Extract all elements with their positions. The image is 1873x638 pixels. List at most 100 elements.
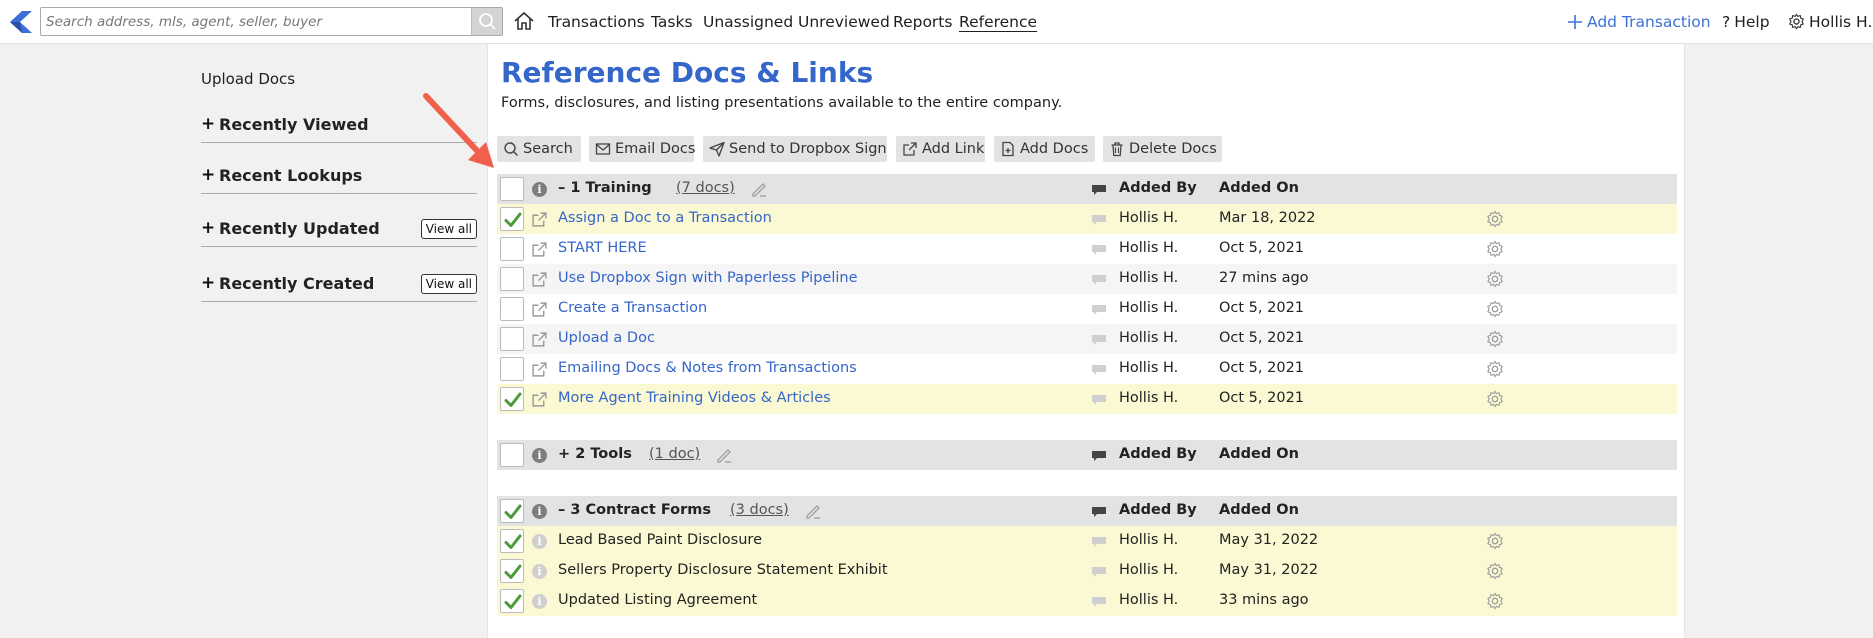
info-icon[interactable]: i (532, 594, 547, 609)
info-icon[interactable]: i (532, 564, 547, 579)
info-icon[interactable]: i (532, 448, 547, 463)
gear-icon[interactable] (1486, 360, 1504, 378)
external-link-icon[interactable] (531, 271, 548, 288)
row-checkbox[interactable] (500, 559, 524, 583)
row-checkbox[interactable] (500, 443, 524, 467)
group-doc-count[interactable]: (1 doc) (649, 446, 700, 462)
info-icon[interactable]: i (532, 504, 547, 519)
added-on-value: Oct 5, 2021 (1219, 360, 1305, 376)
info-icon[interactable]: i (532, 534, 547, 549)
gear-icon[interactable] (1486, 240, 1504, 258)
gear-icon[interactable] (1486, 270, 1504, 288)
row-checkbox[interactable] (500, 177, 524, 201)
gear-icon[interactable] (1486, 390, 1504, 408)
help-button[interactable]: ? Help (1722, 0, 1770, 44)
question-icon: ? (1722, 13, 1731, 31)
nav-transactions[interactable]: Transactions (548, 0, 645, 44)
row-checkbox[interactable] (500, 499, 524, 523)
doc-name[interactable]: Sellers Property Disclosure Statement Ex… (558, 562, 888, 578)
doc-name[interactable]: More Agent Training Videos & Articles (558, 390, 831, 406)
doc-name[interactable]: START HERE (558, 240, 647, 256)
external-link-icon[interactable] (531, 241, 548, 258)
row-checkbox[interactable] (500, 387, 524, 411)
group-doc-count[interactable]: (7 docs) (676, 180, 735, 196)
nav-tasks[interactable]: Tasks (651, 0, 693, 44)
row-checkbox[interactable] (500, 529, 524, 553)
sidebar-section-title: Recently Viewed (219, 115, 369, 134)
edit-icon[interactable] (751, 181, 768, 198)
comment-icon[interactable] (1091, 394, 1107, 406)
external-link-icon[interactable] (531, 301, 548, 318)
comment-icon[interactable] (1091, 596, 1107, 608)
logo-icon[interactable] (6, 8, 34, 36)
search-button[interactable] (471, 8, 502, 35)
row-checkbox[interactable] (500, 357, 524, 381)
row-checkbox[interactable] (500, 237, 524, 261)
gear-icon[interactable] (1486, 562, 1504, 580)
doc-name[interactable]: Create a Transaction (558, 300, 707, 316)
external-link-icon[interactable] (531, 211, 548, 228)
doc-name[interactable]: Assign a Doc to a Transaction (558, 210, 772, 226)
comment-icon[interactable] (1091, 244, 1107, 256)
gear-icon[interactable] (1486, 210, 1504, 228)
email-docs-button[interactable]: Email Docs (589, 136, 695, 162)
comment-icon[interactable] (1091, 536, 1107, 548)
search-input[interactable] (41, 8, 473, 35)
comment-icon[interactable] (1091, 214, 1107, 226)
home-icon[interactable] (513, 10, 535, 32)
comment-icon[interactable] (1091, 304, 1107, 316)
add-link-label: Add Link (922, 141, 985, 157)
sidebar-recently-created[interactable]: + Recently Created View all (201, 272, 477, 302)
view-all-button[interactable]: View all (420, 219, 477, 239)
group-name[interactable]: + 2 Tools (558, 446, 632, 462)
add-link-button[interactable]: Add Link (896, 136, 985, 162)
edit-icon[interactable] (805, 503, 822, 520)
external-link-icon[interactable] (531, 361, 548, 378)
gear-icon[interactable] (1486, 532, 1504, 550)
group-name[interactable]: – 1 Training (558, 180, 652, 196)
nav-unassigned[interactable]: Unassigned (703, 0, 793, 44)
doc-name[interactable]: Upload a Doc (558, 330, 655, 346)
doc-name[interactable]: Updated Listing Agreement (558, 592, 757, 608)
gear-icon[interactable] (1486, 592, 1504, 610)
gear-icon[interactable] (1486, 300, 1504, 318)
send-to-dropbox-sign-button[interactable]: Send to Dropbox Sign (703, 136, 887, 162)
upload-docs-link[interactable]: Upload Docs (201, 70, 295, 88)
row-checkbox[interactable] (500, 589, 524, 613)
doc-name[interactable]: Use Dropbox Sign with Paperless Pipeline (558, 270, 858, 286)
edit-icon[interactable] (716, 447, 733, 464)
external-link-icon[interactable] (531, 391, 548, 408)
group-doc-count[interactable]: (3 docs) (730, 502, 789, 518)
row-checkbox[interactable] (500, 327, 524, 351)
gear-icon[interactable] (1486, 330, 1504, 348)
add-transaction-button[interactable]: Add Transaction (1567, 0, 1711, 44)
comment-icon[interactable] (1091, 450, 1107, 462)
added-by-value: Hollis H. (1119, 592, 1179, 608)
row-checkbox[interactable] (500, 297, 524, 321)
sidebar-section-title: Recently Created (219, 274, 375, 293)
nav-unreviewed[interactable]: Unreviewed (798, 0, 890, 44)
view-all-button[interactable]: View all (420, 274, 477, 294)
comment-icon[interactable] (1091, 274, 1107, 286)
doc-name[interactable]: Emailing Docs & Notes from Transactions (558, 360, 857, 376)
comment-icon[interactable] (1091, 334, 1107, 346)
external-link-icon[interactable] (531, 331, 548, 348)
delete-docs-button[interactable]: Delete Docs (1103, 136, 1222, 162)
comment-icon[interactable] (1091, 506, 1107, 518)
comment-icon[interactable] (1091, 184, 1107, 196)
nav-reports[interactable]: Reports (893, 0, 952, 44)
row-checkbox[interactable] (500, 207, 524, 231)
group-name[interactable]: – 3 Contract Forms (558, 502, 711, 518)
group-header-row: i + 2 Tools (1 doc) Added By Added On (497, 440, 1677, 470)
sidebar-recently-updated[interactable]: + Recently Updated View all (201, 217, 477, 247)
comment-icon[interactable] (1091, 566, 1107, 578)
page-subtitle: Forms, disclosures, and listing presenta… (501, 95, 1063, 111)
row-checkbox[interactable] (500, 267, 524, 291)
comment-icon[interactable] (1091, 364, 1107, 376)
user-menu[interactable]: Hollis H. (1788, 0, 1872, 44)
info-icon[interactable]: i (532, 182, 547, 197)
doc-name[interactable]: Lead Based Paint Disclosure (558, 532, 762, 548)
search-docs-button[interactable]: Search (497, 136, 581, 162)
add-docs-button[interactable]: Add Docs (994, 136, 1095, 162)
nav-reference[interactable]: Reference (959, 0, 1037, 44)
